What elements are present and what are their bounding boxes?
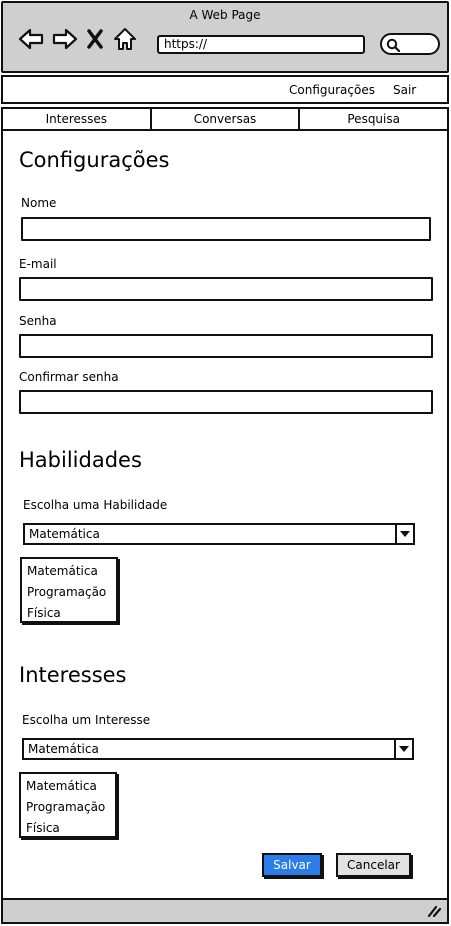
page-title: Configurações [19, 148, 170, 172]
interests-option[interactable]: Matemática [26, 776, 115, 797]
chevron-down-icon[interactable] [394, 740, 412, 758]
interests-choose-label: Escolha um Interesse [22, 713, 151, 727]
nav-controls [17, 25, 139, 53]
tab-bar: Interesses Conversas Pesquisa [1, 107, 449, 131]
confirm-password-label: Confirmar senha [19, 370, 119, 384]
browser-search-field[interactable] [380, 33, 440, 55]
tab-pesquisa[interactable]: Pesquisa [300, 109, 447, 129]
cancel-button[interactable]: Cancelar [336, 853, 411, 877]
skills-select[interactable]: Matemática [23, 523, 415, 545]
password-field[interactable] [19, 334, 433, 358]
resize-grip-icon[interactable] [427, 905, 441, 917]
tab-conversas[interactable]: Conversas [152, 109, 301, 129]
logout-link[interactable]: Sair [393, 83, 416, 97]
skills-option[interactable]: Física [27, 603, 116, 624]
interests-select[interactable]: Matemática [22, 738, 414, 760]
save-button[interactable]: Salvar [262, 853, 322, 877]
forward-icon[interactable] [51, 25, 79, 53]
password-label: Senha [19, 314, 57, 328]
status-bar [1, 898, 449, 924]
back-icon[interactable] [17, 25, 45, 53]
window-title: A Web Page [189, 8, 261, 22]
home-icon[interactable] [111, 25, 139, 53]
interests-option[interactable]: Programação [26, 797, 115, 818]
email-field[interactable] [19, 277, 433, 301]
interests-title: Interesses [19, 663, 127, 687]
name-label: Nome [21, 196, 57, 210]
settings-link[interactable]: Configurações [289, 83, 375, 97]
close-icon[interactable] [85, 25, 105, 53]
skills-option[interactable]: Programação [27, 582, 116, 603]
settings-panel: Configurações Nome E-mail Senha Confirma… [1, 131, 449, 899]
skills-listbox: Matemática Programação Física [20, 557, 118, 623]
interests-listbox: Matemática Programação Física [19, 772, 117, 838]
browser-chrome: A Web Page https:// [1, 1, 449, 73]
name-field[interactable] [21, 217, 431, 241]
email-label: E-mail [19, 257, 57, 271]
top-menu: Configurações Sair [1, 75, 449, 104]
search-icon [386, 38, 400, 52]
confirm-password-field[interactable] [19, 390, 433, 414]
skills-option[interactable]: Matemática [27, 561, 116, 582]
skills-title: Habilidades [19, 448, 142, 472]
chevron-down-icon[interactable] [395, 525, 413, 543]
interests-selected-value: Matemática [28, 742, 99, 756]
skills-selected-value: Matemática [29, 527, 100, 541]
browser-window: A Web Page https:// Configurações Sair I… [0, 0, 451, 926]
address-bar[interactable]: https:// [157, 35, 365, 54]
interests-option[interactable]: Física [26, 818, 115, 839]
skills-choose-label: Escolha uma Habilidade [23, 498, 168, 512]
tab-interesses[interactable]: Interesses [3, 109, 152, 129]
